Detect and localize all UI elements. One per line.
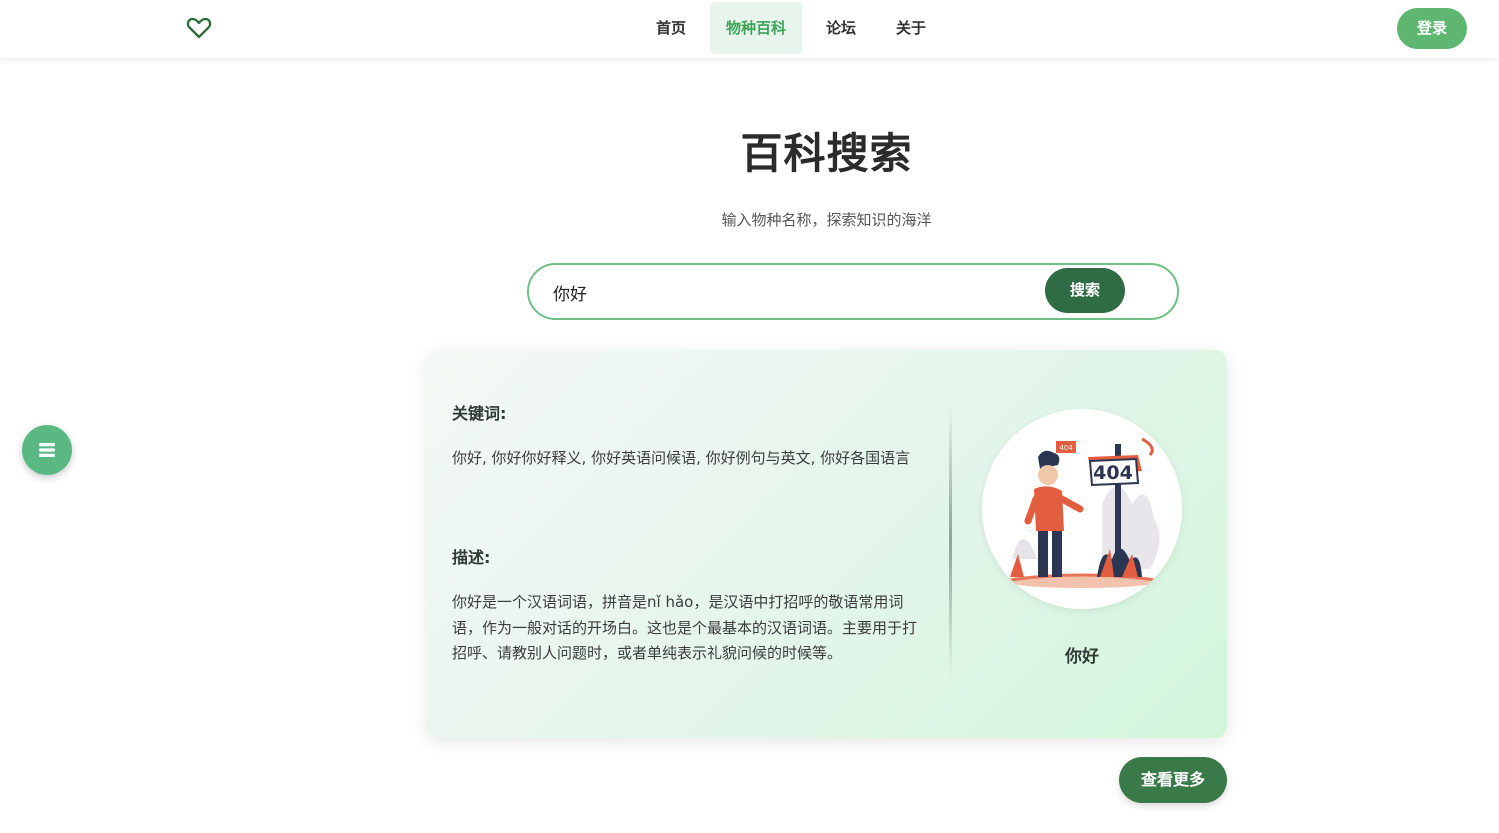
keywords-label: 关键词: <box>452 404 507 423</box>
nav-item-forum[interactable]: 论坛 <box>810 2 872 54</box>
main-nav: 首页 物种百科 论坛 关于 <box>640 2 950 54</box>
small-404-tag: 404 <box>1059 444 1073 452</box>
top-navbar: 首页 物种百科 论坛 关于 登录 <box>0 0 1499 58</box>
divider <box>949 405 952 675</box>
nav-item-home[interactable]: 首页 <box>640 2 702 54</box>
description-text: 你好是一个汉语词语，拼音是nǐ hǎo，是汉语中打招呼的敬语常用词语，作为一般对… <box>452 593 918 662</box>
keywords-text: 你好, 你好你好释义, 你好英语问候语, 你好例句与英文, 你好各国语言 <box>452 449 911 467</box>
page-title: 百科搜索 <box>740 129 913 178</box>
page-subtitle: 输入物种名称，探索知识的海洋 <box>721 211 932 229</box>
list-icon <box>39 443 55 457</box>
big-404-sign: 404 <box>1093 462 1133 484</box>
view-more-button[interactable]: 查看更多 <box>1119 757 1227 803</box>
description-label: 描述: <box>452 548 491 567</box>
result-image: 404 404 <box>982 409 1182 609</box>
search-bar: 搜索 <box>527 263 1179 320</box>
search-button[interactable]: 搜索 <box>1045 268 1125 313</box>
result-card: 关键词: 你好, 你好你好释义, 你好英语问候语, 你好例句与英文, 你好各国语… <box>427 350 1227 738</box>
login-button[interactable]: 登录 <box>1397 8 1467 49</box>
floating-menu-button[interactable] <box>22 425 72 475</box>
result-image-caption: 你好 <box>1065 647 1099 667</box>
nav-item-species-encyclopedia[interactable]: 物种百科 <box>710 2 803 54</box>
nav-item-about[interactable]: 关于 <box>880 2 942 54</box>
heart-outline-icon[interactable] <box>185 14 213 42</box>
search-input[interactable] <box>551 275 1035 309</box>
